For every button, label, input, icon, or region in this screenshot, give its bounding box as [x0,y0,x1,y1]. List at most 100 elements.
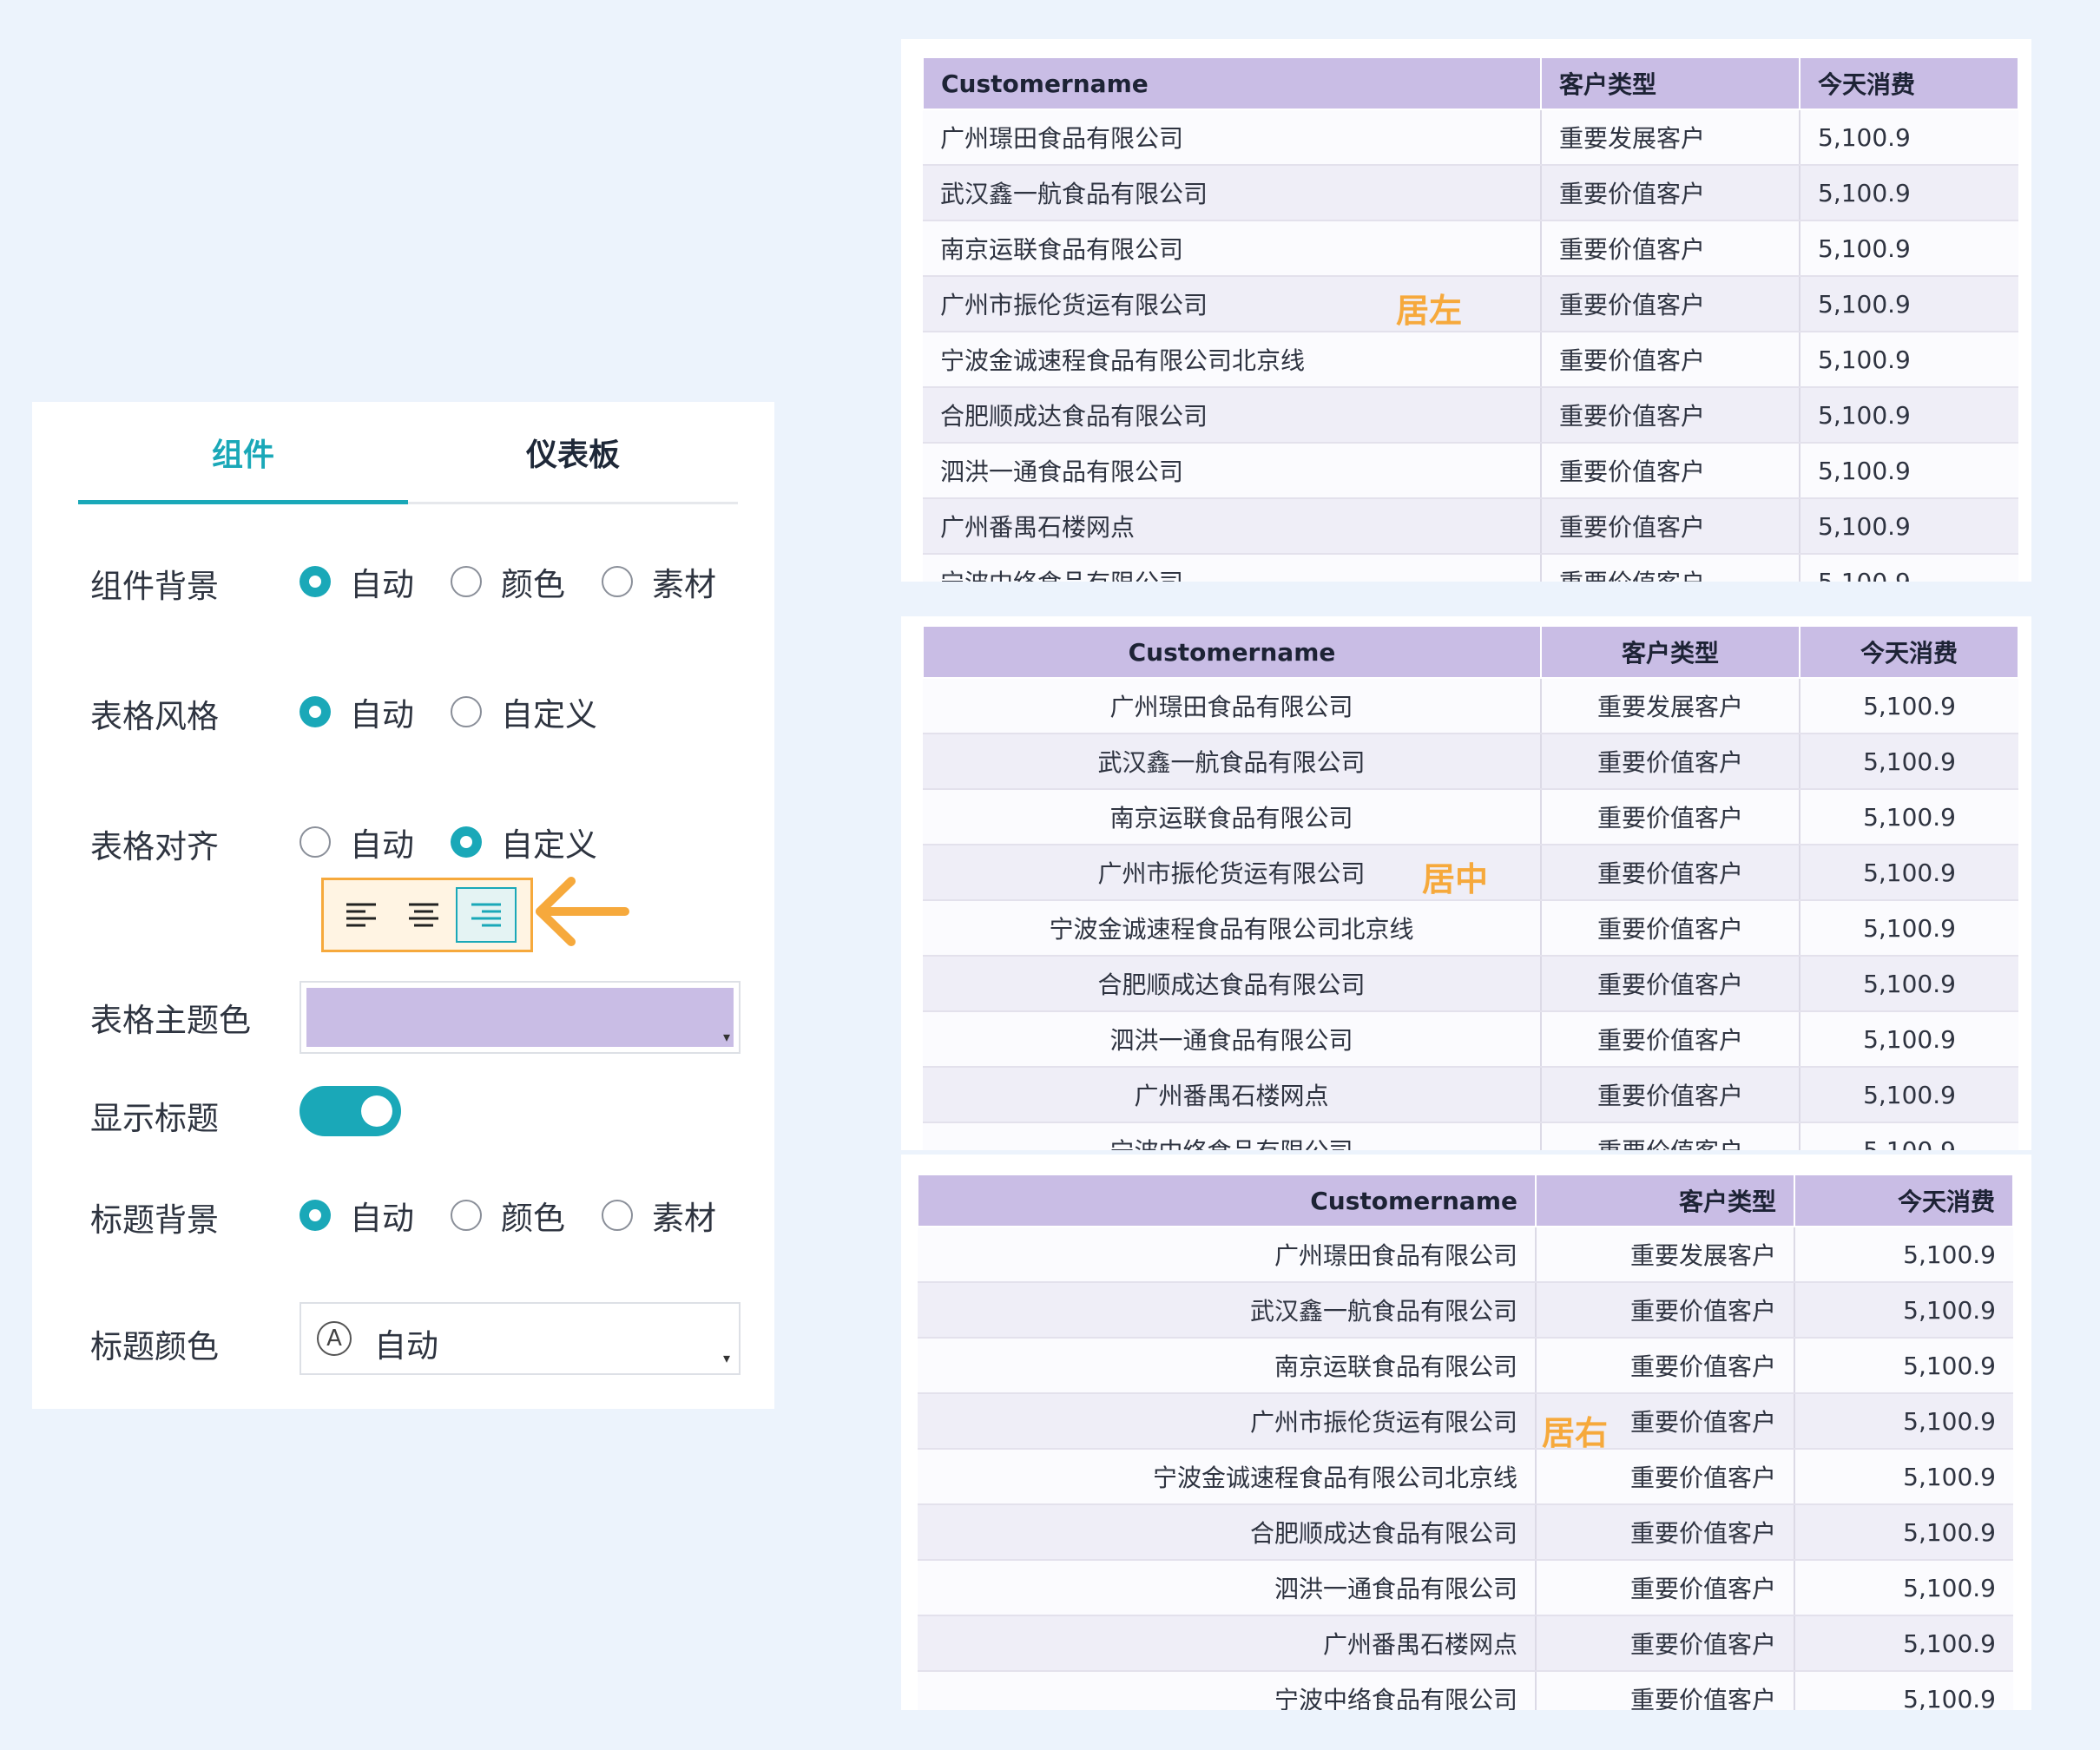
table-cell: 5,100.9 [1794,1615,2013,1672]
table-cell: 5,100.9 [1800,734,2018,790]
col-header[interactable]: Customername [922,56,1542,110]
table-cell: 广州璟田食品有限公司 [918,1227,1537,1283]
table-cell: 重要发展客户 [1536,1227,1795,1283]
table-row[interactable]: 南京运联食品有限公司 重要价值客户 5,100.9 [923,789,2018,845]
table-cell: 重要价值客户 [1541,220,1800,277]
radio-label: 颜色 [501,566,565,603]
table-row[interactable]: 广州市振伦货运有限公司 重要价值客户 5,100.9 [923,276,2018,332]
component-bg-material-radio[interactable]: 素材 [602,558,716,605]
table-row[interactable]: 泗洪一通食品有限公司 重要价值客户 5,100.9 [923,443,2018,499]
title-bg-material-radio[interactable]: 素材 [602,1192,716,1239]
align-center-button[interactable] [393,887,454,943]
table-row[interactable]: 宁波金诚速程食品有限公司北京线 重要价值客户 5,100.9 [918,1449,2013,1505]
table-style-auto-radio[interactable]: 自动 [300,688,414,735]
radio-dot [451,826,482,858]
theme-color-swatch [306,988,734,1047]
table-cell: 泗洪一通食品有限公司 [923,1011,1542,1068]
table-row[interactable]: 广州璟田食品有限公司 重要发展客户 5,100.9 [923,678,2018,734]
align-left-icon [346,903,376,927]
col-header[interactable]: Customername [917,1174,1537,1227]
table-cell: 5,100.9 [1794,1393,2013,1450]
title-bg-auto-radio[interactable]: 自动 [300,1192,414,1239]
table-cell: 武汉鑫一航食品有限公司 [923,734,1542,790]
col-header[interactable]: 今天消费 [1799,56,2019,110]
arrow-left-icon [528,872,636,954]
table-row[interactable]: 宁波中络食品有限公司重要价值客户5,100.9 [923,554,2018,582]
table-row[interactable]: 广州番禺石楼网点 重要价值客户 5,100.9 [923,1067,2018,1123]
table-row[interactable]: 武汉鑫一航食品有限公司 重要价值客户 5,100.9 [923,734,2018,790]
table-cell: 广州璟田食品有限公司 [923,678,1542,734]
title-bg-label: 标题背景 [90,1201,219,1239]
table-cell: 南京运联食品有限公司 [923,220,1542,277]
toggle-knob [361,1095,392,1127]
table-row[interactable]: 宁波中络食品有限公司重要价值客户5,100.9 [918,1671,2013,1710]
table-cell: 宁波金诚速程食品有限公司北京线 [918,1449,1537,1505]
table-cell: 5,100.9 [1800,109,2018,166]
component-bg-auto-radio[interactable]: 自动 [300,558,414,605]
radio-dot [300,1200,331,1231]
table-cell: 重要价值客户 [1536,1338,1795,1394]
callout-left: 居左 [1396,292,1463,330]
col-header[interactable]: 客户类型 [1540,625,1800,679]
table-cell: 5,100.9 [1800,498,2018,555]
radio-label: 自动 [350,696,414,734]
col-header[interactable]: 今天消费 [1794,1174,2014,1227]
col-header[interactable]: 客户类型 [1535,1174,1795,1227]
table-cell: 广州番禺石楼网点 [918,1615,1537,1672]
col-header[interactable]: 客户类型 [1540,56,1800,110]
align-right-button[interactable] [456,887,517,943]
table-cell: 重要价值客户 [1541,845,1800,901]
table-row[interactable]: 泗洪一通食品有限公司 重要价值客户 5,100.9 [923,1011,2018,1068]
table-row[interactable]: 广州番禺石楼网点 重要价值客户 5,100.9 [918,1615,2013,1672]
table-align-custom-radio[interactable]: 自定义 [451,819,597,865]
table-row[interactable]: 武汉鑫一航食品有限公司 重要价值客户 5,100.9 [918,1282,2013,1339]
align-left-button[interactable] [331,887,392,943]
radio-label: 自动 [350,566,414,603]
table-row[interactable]: 合肥顺成达食品有限公司 重要价值客户 5,100.9 [918,1504,2013,1561]
table-row[interactable]: 宁波中络食品有限公司重要价值客户5,100.9 [923,1122,2018,1150]
tab-component[interactable]: 组件 [78,402,408,504]
table-row[interactable]: 广州璟田食品有限公司 重要发展客户 5,100.9 [918,1227,2013,1283]
table-align-auto-radio[interactable]: 自动 [300,819,414,865]
align-button-group [321,878,533,952]
title-bg-color-radio[interactable]: 颜色 [451,1192,565,1239]
radio-label: 自动 [350,826,414,864]
table-row[interactable]: 广州市振伦货运有限公司 重要价值客户 5,100.9 [918,1393,2013,1450]
component-bg-color-radio[interactable]: 颜色 [451,558,565,605]
table-row[interactable]: 宁波金诚速程食品有限公司北京线 重要价值客户 5,100.9 [923,900,2018,957]
table-row[interactable]: 南京运联食品有限公司 重要价值客户 5,100.9 [923,220,2018,277]
table-cell: 5,100.9 [1800,956,2018,1012]
theme-color-picker[interactable]: ▾ [300,981,741,1054]
radio-dot [300,566,331,597]
col-header[interactable]: 今天消费 [1799,625,2019,679]
col-header[interactable]: Customername [922,625,1542,679]
radio-dot [451,566,482,597]
table-style-custom-radio[interactable]: 自定义 [451,688,597,735]
table-card-center: Customername 客户类型 今天消费 广州璟田食品有限公司 重要发展客户 5… [901,616,2031,1150]
table-cell: 5,100.9 [1794,1449,2013,1505]
table-cell: 5,100.9 [1794,1282,2013,1339]
table-cell: 重要价值客户 [1536,1671,1795,1710]
table-row[interactable]: 广州璟田食品有限公司 重要发展客户 5,100.9 [923,109,2018,166]
tab-dashboard[interactable]: 仪表板 [408,402,738,502]
table-cell: 重要价值客户 [1541,554,1800,582]
table-cell: 重要价值客户 [1541,387,1800,444]
callout-center: 居中 [1422,860,1489,898]
radio-label: 素材 [652,1200,716,1237]
table-cell: 重要价值客户 [1541,276,1800,332]
table-row[interactable]: 广州番禺石楼网点 重要价值客户 5,100.9 [923,498,2018,555]
table-row[interactable]: 合肥顺成达食品有限公司 重要价值客户 5,100.9 [923,387,2018,444]
table-cell: 重要价值客户 [1541,332,1800,388]
table-row[interactable]: 宁波金诚速程食品有限公司北京线 重要价值客户 5,100.9 [923,332,2018,388]
title-color-select[interactable]: A 自动 ▾ [300,1302,741,1375]
table-cell: 5,100.9 [1794,1560,2013,1616]
table-align-label: 表格对齐 [90,828,219,865]
show-title-toggle[interactable] [300,1086,401,1136]
table-row[interactable]: 泗洪一通食品有限公司 重要价值客户 5,100.9 [918,1560,2013,1616]
table-cell: 5,100.9 [1800,1122,2018,1150]
table-row[interactable]: 武汉鑫一航食品有限公司 重要价值客户 5,100.9 [923,165,2018,221]
data-table-right: Customername 客户类型 今天消费 广州璟田食品有限公司 重要发展客户 5… [917,1174,2014,1710]
table-cell: 广州璟田食品有限公司 [923,109,1542,166]
table-row[interactable]: 合肥顺成达食品有限公司 重要价值客户 5,100.9 [923,956,2018,1012]
table-row[interactable]: 南京运联食品有限公司 重要价值客户 5,100.9 [918,1338,2013,1394]
